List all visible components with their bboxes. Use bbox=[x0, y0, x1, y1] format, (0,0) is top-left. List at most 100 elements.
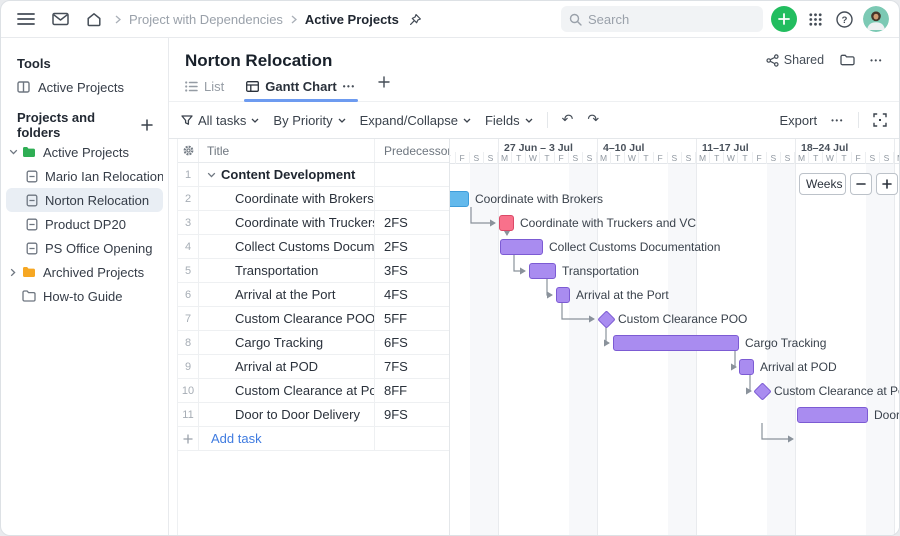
zoom-in-button[interactable] bbox=[876, 173, 898, 195]
svg-text:?: ? bbox=[841, 15, 847, 26]
row-number: 11 bbox=[178, 403, 199, 426]
gantt-bar-door-to-door-delivery[interactable] bbox=[797, 407, 868, 423]
help-icon[interactable]: ? bbox=[833, 6, 855, 32]
add-task-plus-icon bbox=[178, 427, 199, 450]
sidebar-item-active-projects-tool[interactable]: Active Projects bbox=[1, 74, 168, 100]
row-number: 3 bbox=[178, 211, 199, 234]
add-view-button[interactable] bbox=[378, 75, 390, 101]
user-avatar[interactable] bbox=[863, 6, 889, 32]
export-button[interactable]: Export bbox=[780, 113, 818, 128]
task-title[interactable]: Arrival at the Port bbox=[235, 287, 335, 302]
divider bbox=[858, 112, 859, 128]
predecessor-cell[interactable]: 2FS bbox=[375, 211, 449, 234]
search-input[interactable] bbox=[588, 12, 738, 27]
table-row: 4Collect Customs Docume...2FS bbox=[178, 235, 449, 259]
redo-icon[interactable]: ↷ bbox=[587, 112, 599, 128]
sort-dropdown[interactable]: By Priority bbox=[273, 113, 345, 128]
gantt-bar-cargo-tracking[interactable] bbox=[613, 335, 739, 351]
filter-dropdown[interactable]: All tasks bbox=[181, 113, 259, 128]
predecessor-cell[interactable]: 8FF bbox=[375, 379, 449, 402]
tab-gantt-chart[interactable]: Gantt Chart ••• bbox=[246, 79, 355, 101]
task-title[interactable]: Collect Customs Docume... bbox=[235, 239, 375, 254]
hamburger-menu-icon[interactable] bbox=[13, 6, 39, 32]
tab-menu-icon[interactable]: ••• bbox=[343, 82, 356, 91]
gantt-bar-collect-customs-documentation[interactable] bbox=[500, 239, 543, 255]
predecessor-cell[interactable]: 5FF bbox=[375, 307, 449, 330]
shared-button[interactable]: Shared bbox=[766, 53, 824, 67]
create-new-button[interactable] bbox=[771, 6, 797, 32]
predecessor-cell[interactable] bbox=[375, 163, 449, 186]
gantt-bar-label: Arrival at the Port bbox=[576, 288, 669, 302]
expand-collapse-dropdown[interactable]: Expand/Collapse bbox=[360, 113, 471, 128]
undo-icon[interactable]: ↶ bbox=[562, 112, 574, 128]
predecessor-cell[interactable]: 6FS bbox=[375, 331, 449, 354]
search-bar[interactable] bbox=[561, 6, 763, 32]
gantt-zoom-controls: Weeks bbox=[799, 173, 898, 195]
gantt-bar-coordinate-with-brokers[interactable] bbox=[449, 191, 469, 207]
table-settings-gear-icon[interactable] bbox=[178, 139, 199, 162]
gantt-bar-coordinate-with-truckers-and-vc[interactable] bbox=[499, 215, 514, 231]
add-task-row[interactable]: Add task bbox=[178, 427, 449, 451]
zoom-out-button[interactable] bbox=[850, 173, 872, 195]
row-number: 2 bbox=[178, 187, 199, 210]
task-title[interactable]: Custom Clearance POO bbox=[235, 311, 375, 326]
gantt-bar-label: Arrival at POD bbox=[760, 360, 837, 374]
chevron-down-icon[interactable] bbox=[8, 149, 18, 155]
toolbar-more-icon[interactable]: ••• bbox=[831, 116, 844, 125]
pin-icon[interactable] bbox=[407, 6, 425, 32]
inbox-mail-icon[interactable] bbox=[47, 6, 73, 32]
gantt-bar-transportation[interactable] bbox=[529, 263, 556, 279]
sidebar: Tools Active Projects Projects and folde… bbox=[1, 38, 169, 536]
apps-grid-icon[interactable] bbox=[805, 6, 825, 32]
task-title[interactable]: Coordinate with Truckers... bbox=[235, 215, 375, 230]
home-icon[interactable] bbox=[81, 6, 107, 32]
table-row: 8Cargo Tracking6FS bbox=[178, 331, 449, 355]
sidebar-item-product-dp20[interactable]: Product DP20 bbox=[6, 212, 163, 236]
predecessor-cell[interactable]: 3FS bbox=[375, 259, 449, 282]
collapse-group-icon[interactable] bbox=[207, 172, 216, 178]
sidebar-item-norton-relocation[interactable]: Norton Relocation bbox=[6, 188, 163, 212]
gantt-bar-label: Custom Clearance POO bbox=[618, 312, 747, 326]
predecessor-cell[interactable] bbox=[375, 187, 449, 210]
add-task-label[interactable]: Add task bbox=[211, 431, 262, 446]
chevron-right-icon[interactable] bbox=[8, 268, 18, 277]
search-icon bbox=[569, 13, 582, 26]
gantt-bar-arrival-at-the-port[interactable] bbox=[556, 287, 570, 303]
gantt-canvas: Coordinate with BrokersCoordinate with T… bbox=[450, 163, 899, 536]
gantt-bar-arrival-at-pod[interactable] bbox=[739, 359, 754, 375]
predecessor-cell[interactable]: 4FS bbox=[375, 283, 449, 306]
column-header-title[interactable]: Title bbox=[199, 139, 375, 162]
fullscreen-icon[interactable] bbox=[873, 113, 887, 127]
breadcrumb-current[interactable]: Active Projects bbox=[305, 12, 399, 27]
sidebar-item-label: Archived Projects bbox=[43, 265, 144, 280]
task-title[interactable]: Coordinate with Brokers bbox=[235, 191, 374, 206]
predecessor-cell[interactable]: 7FS bbox=[375, 355, 449, 378]
tab-list[interactable]: List bbox=[185, 79, 224, 101]
add-project-button[interactable] bbox=[138, 116, 156, 134]
more-icon[interactable]: ••• bbox=[870, 56, 883, 65]
fields-dropdown[interactable]: Fields bbox=[485, 113, 533, 128]
sidebar-item-mario-ian-relocation[interactable]: Mario Ian Relocation bbox=[6, 164, 163, 188]
predecessor-cell[interactable]: 2FS bbox=[375, 235, 449, 258]
project-icon bbox=[26, 170, 38, 183]
projects-header: Projects and folders bbox=[1, 114, 138, 136]
sidebar-item-label: Active Projects bbox=[43, 145, 129, 160]
group-title[interactable]: Content Development bbox=[221, 167, 355, 182]
timescale-dropdown[interactable]: Weeks bbox=[799, 173, 846, 195]
task-title[interactable]: Transportation bbox=[235, 263, 318, 278]
row-number: 5 bbox=[178, 259, 199, 282]
task-title[interactable]: Door to Door Delivery bbox=[235, 407, 360, 422]
breadcrumb-parent[interactable]: Project with Dependencies bbox=[129, 12, 283, 27]
project-tree: Active Projects Mario Ian RelocationNorto… bbox=[1, 140, 168, 308]
sidebar-item-active-projects[interactable]: Active Projects bbox=[6, 140, 163, 164]
project-icon bbox=[26, 242, 38, 255]
sidebar-item-ps-office-opening[interactable]: PS Office Opening bbox=[6, 236, 163, 260]
sidebar-item-archived-projects[interactable]: Archived Projects bbox=[6, 260, 163, 284]
folder-icon[interactable] bbox=[838, 51, 856, 69]
column-header-predecessors[interactable]: Predecessors bbox=[375, 139, 449, 162]
predecessor-cell[interactable]: 9FS bbox=[375, 403, 449, 426]
task-title[interactable]: Arrival at POD bbox=[235, 359, 318, 374]
task-title[interactable]: Cargo Tracking bbox=[235, 335, 323, 350]
task-title[interactable]: Custom Clearance at Port bbox=[235, 383, 375, 398]
sidebar-item-how-to-guide[interactable]: How-to Guide bbox=[6, 284, 163, 308]
